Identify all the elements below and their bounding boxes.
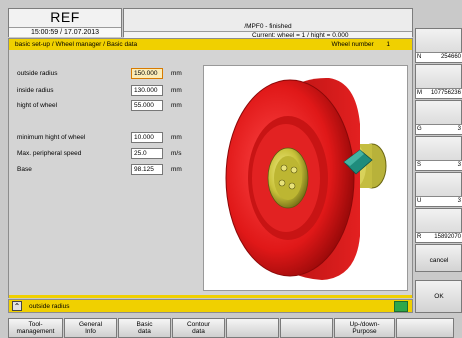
wheel-number: Wheel number 1: [331, 39, 390, 50]
field-label-max-speed: Max. peripheral speed: [17, 150, 82, 157]
field-label-base: Base: [17, 166, 32, 173]
axis-value: 254660: [440, 54, 461, 60]
softkey-label: General Info: [78, 321, 103, 335]
softkey-general-info[interactable]: General Info: [64, 318, 117, 338]
status-line: ⌃ outside radius: [8, 299, 413, 313]
ok-button[interactable]: OK: [415, 280, 462, 313]
softkey-label: Up-/down- Purpose: [349, 321, 380, 335]
axis-value: 3: [457, 162, 461, 168]
unit-label: m/s: [171, 150, 182, 157]
softkey-empty-6[interactable]: [280, 318, 333, 338]
cancel-button[interactable]: cancel: [415, 244, 462, 272]
max-speed-input[interactable]: 25.0: [131, 148, 163, 159]
current-wheel-status: Current: wheel = 1 / hight = 0.000: [124, 31, 412, 39]
axis-value: 107756236: [430, 90, 461, 96]
main-panel: basic set-up / Wheel manager / Basic dat…: [8, 38, 413, 298]
axis-value-n: N 254660: [416, 52, 462, 62]
axis-key: R: [417, 234, 422, 240]
datetime: 15:00:59 / 17.07.2013: [9, 27, 121, 37]
axis-value: 3: [457, 126, 461, 132]
field-label-inside-radius: inside radius: [17, 87, 54, 94]
axis-value: 15892070: [434, 234, 461, 240]
panel-bottom-accent: [9, 295, 412, 298]
program-status: /MPF0 - finished: [244, 23, 292, 30]
softkey-right-s[interactable]: S3: [415, 136, 462, 171]
softkey-right-g[interactable]: G3: [415, 100, 462, 135]
softkey-empty-8[interactable]: [396, 318, 454, 338]
status-text: outside radius: [29, 303, 70, 310]
chevron-up-icon[interactable]: ⌃: [12, 301, 22, 311]
softkey-right-u[interactable]: U3: [415, 172, 462, 207]
field-label-outside-radius: outside radius: [17, 70, 58, 77]
axis-key: M: [417, 90, 422, 96]
softkey-right-r[interactable]: R 15892070: [415, 208, 462, 243]
axis-value-s: S3: [416, 160, 462, 170]
ok-label: OK: [434, 293, 444, 300]
axis-value: 3: [457, 198, 461, 204]
wheel-3d-view: [203, 65, 408, 291]
breadcrumb-path: basic set-up / Wheel manager / Basic dat…: [15, 41, 138, 48]
axis-key: G: [417, 126, 422, 132]
wheel-number-value: 1: [386, 41, 390, 48]
axis-key: S: [417, 162, 422, 168]
axis-value-m: M 107756236: [416, 88, 462, 98]
field-label-minimum-hight: minimum hight of wheel: [17, 134, 86, 141]
header-right-box: /MPF0 - finished Current: wheel = 1 / hi…: [123, 8, 413, 39]
field-label-hight-of-wheel: hight of wheel: [17, 102, 58, 109]
cancel-label: cancel: [429, 257, 449, 264]
wheel-illustration: [225, 77, 387, 280]
softkey-up-down-purpose[interactable]: Up-/down- Purpose: [334, 318, 395, 338]
softkey-right-n[interactable]: N 254660: [415, 28, 462, 63]
breadcrumb: basic set-up / Wheel manager / Basic dat…: [9, 39, 412, 50]
softkey-right-m[interactable]: M 107756236: [415, 64, 462, 99]
softkey-tool-management[interactable]: Tool- management: [8, 318, 63, 338]
axis-value-g: G3: [416, 124, 462, 134]
unit-label: mm: [171, 102, 182, 109]
axis-value-u: U3: [416, 196, 462, 206]
hight-of-wheel-input[interactable]: 55.000: [131, 100, 163, 111]
outside-radius-input[interactable]: 150.000: [131, 68, 163, 79]
base-input[interactable]: 98.125: [131, 164, 163, 175]
unit-label: mm: [171, 134, 182, 141]
softkey-contour-data[interactable]: Contour data: [172, 318, 225, 338]
axis-value-r: R 15892070: [416, 232, 462, 242]
unit-label: mm: [171, 87, 182, 94]
app-title: REF: [50, 9, 80, 25]
unit-label: mm: [171, 70, 182, 77]
softkey-label: Basic data: [136, 321, 153, 335]
inside-radius-input[interactable]: 130.000: [131, 85, 163, 96]
unit-label: mm: [171, 166, 182, 173]
softkey-label: Tool- management: [16, 321, 55, 335]
header-left-box: REF 15:00:59 / 17.07.2013: [8, 8, 122, 37]
ok-indicator-icon: [394, 301, 408, 312]
axis-key: U: [417, 198, 422, 204]
softkey-empty-5[interactable]: [226, 318, 279, 338]
softkey-basic-data[interactable]: Basic data: [118, 318, 171, 338]
softkey-label: Contour data: [186, 321, 211, 335]
axis-key: N: [417, 54, 422, 60]
wheel-number-label: Wheel number: [331, 41, 374, 48]
minimum-hight-input[interactable]: 10.000: [131, 132, 163, 143]
